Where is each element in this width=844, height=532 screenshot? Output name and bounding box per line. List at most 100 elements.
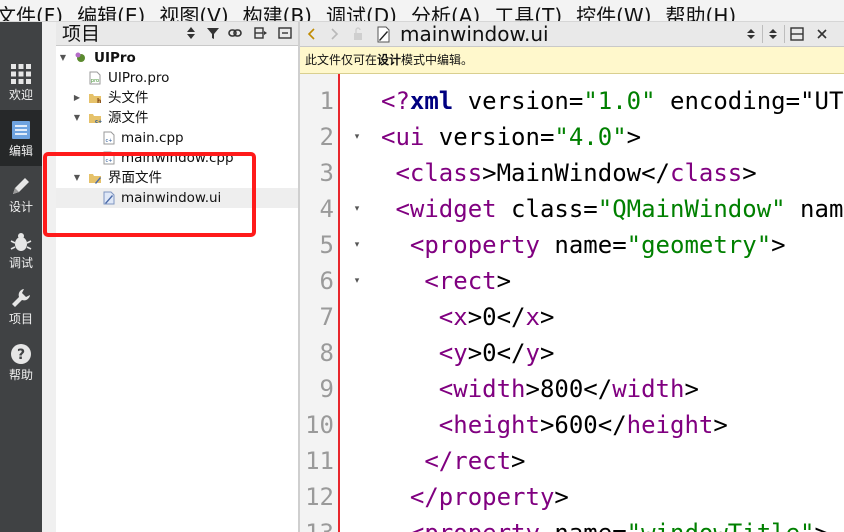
- code-token: "geometry": [626, 231, 772, 259]
- filter-icon[interactable]: [206, 26, 220, 40]
- ui-file-icon: [103, 191, 115, 205]
- editor-file-title[interactable]: mainwindow.ui: [400, 21, 549, 48]
- code-line[interactable]: <property name="geometry">: [381, 227, 786, 263]
- tree-item-sources[interactable]: ▼ c+ 源文件: [56, 108, 298, 128]
- editor-info-bar: 此文件仅可在设计模式中编辑。: [300, 47, 844, 74]
- code-line[interactable]: <class>MainWindow</class>: [381, 155, 757, 191]
- svg-text:?: ?: [17, 347, 25, 363]
- code-token: "4.0": [554, 123, 627, 151]
- sort-icon[interactable]: [768, 28, 778, 40]
- pro-file-icon: pro: [89, 71, 101, 85]
- code-token: <?: [381, 87, 410, 115]
- tree-item-forms[interactable]: ▼ 界面文件: [56, 168, 298, 188]
- mode-label: 调试: [8, 256, 33, 270]
- code-token: "1.0": [583, 87, 656, 115]
- link-icon[interactable]: [228, 26, 242, 40]
- tree-label: 界面文件: [108, 170, 162, 186]
- dropdown-arrows-icon[interactable]: [746, 28, 756, 40]
- menu-debug[interactable]: 调试(D): [326, 4, 411, 21]
- menu-build[interactable]: 构建(B): [243, 4, 326, 21]
- mode-help[interactable]: ? 帮助: [0, 334, 42, 390]
- menu-file[interactable]: 文件(F): [0, 4, 77, 21]
- cpp-file-icon: c+: [103, 151, 115, 165]
- mode-welcome[interactable]: 欢迎: [0, 54, 42, 110]
- line-number: 8: [319, 339, 334, 367]
- tree-item-headers[interactable]: ▶ h 头文件: [56, 88, 298, 108]
- code-token: >MainWindow</: [482, 159, 670, 187]
- code-token: <x: [381, 303, 468, 331]
- tree-item-main-cpp[interactable]: c+ main.cpp: [56, 128, 298, 148]
- code-line[interactable]: <width>800</width>: [381, 371, 699, 407]
- fold-marker-icon[interactable]: ▾: [352, 227, 362, 263]
- expand-arrow-icon[interactable]: ▼: [72, 108, 82, 128]
- menu-analyze[interactable]: 分析(A): [411, 4, 494, 21]
- split-editor-icon[interactable]: [790, 27, 804, 41]
- tree-label: mainwindow.ui: [121, 190, 222, 206]
- line-number: 6: [319, 267, 334, 295]
- menu-view[interactable]: 视图(V): [159, 4, 242, 21]
- collapsed-arrow-icon[interactable]: ▶: [72, 88, 82, 108]
- pencil-icon: [0, 172, 42, 200]
- mode-design[interactable]: 设计: [0, 166, 42, 222]
- line-number: 5: [319, 231, 334, 259]
- code-line[interactable]: <property name="windowTitle">: [381, 515, 829, 532]
- tree-item-mainwindow-ui[interactable]: mainwindow.ui: [56, 188, 298, 208]
- forward-arrow-icon[interactable]: [328, 28, 340, 40]
- wrench-icon: [0, 284, 42, 312]
- fold-marker-icon[interactable]: ▾: [352, 119, 362, 155]
- back-arrow-icon[interactable]: [306, 28, 318, 40]
- tree-label: 头文件: [108, 90, 149, 106]
- code-token: class=: [496, 195, 598, 223]
- code-line[interactable]: </rect>: [381, 443, 526, 479]
- menu-tools[interactable]: 工具(T): [494, 4, 576, 21]
- code-token: encoding="UTF-8"?>: [670, 87, 844, 115]
- code-line[interactable]: <?xml version="1.0" encoding="UTF-8"?>: [381, 83, 844, 119]
- code-line[interactable]: <widget class="QMainWindow" name="MainWi…: [381, 191, 844, 227]
- code-line[interactable]: </property>: [381, 479, 569, 515]
- tree-item-project[interactable]: ▼ UIPro: [56, 48, 298, 68]
- tree-item-profile[interactable]: pro UIPro.pro: [56, 68, 298, 88]
- mode-label: 欢迎: [8, 88, 33, 102]
- menu-help[interactable]: 帮助(H): [666, 4, 751, 21]
- editor-toolbar: mainwindow.ui: [300, 22, 844, 47]
- mode-debug[interactable]: 调试: [0, 222, 42, 278]
- code-line[interactable]: <y>0</y>: [381, 335, 555, 371]
- close-pane-icon[interactable]: [278, 26, 292, 40]
- code-editor[interactable]: <?xml version="1.0" encoding="UTF-8"?><u…: [373, 74, 844, 532]
- menu-controls[interactable]: 控件(W): [576, 4, 665, 21]
- code-token: version=: [453, 87, 584, 115]
- code-token: "windowTitle": [627, 519, 815, 532]
- mode-projects[interactable]: 项目: [0, 278, 42, 334]
- code-line[interactable]: <x>0</x>: [381, 299, 555, 335]
- menu-edit[interactable]: 编辑(E): [77, 4, 159, 21]
- menu-bar: 文件(F) 编辑(E) 视图(V) 构建(B) 调试(D) 分析(A) 工具(T…: [0, 0, 844, 22]
- mode-label: 项目: [8, 312, 33, 326]
- folder-h-icon: h: [89, 94, 101, 105]
- code-token: <rect: [381, 267, 497, 295]
- close-icon[interactable]: [816, 28, 828, 40]
- svg-text:pro: pro: [91, 78, 99, 84]
- project-pane-title: 项目: [62, 23, 101, 45]
- toolbar-separator: [784, 25, 785, 43]
- lock-icon[interactable]: [352, 27, 364, 41]
- expand-arrow-icon[interactable]: ▼: [58, 48, 68, 68]
- expand-arrow-icon[interactable]: ▼: [72, 168, 82, 188]
- line-number: 12: [305, 483, 334, 511]
- code-token: >800</: [525, 375, 613, 403]
- fold-marker-icon[interactable]: ▾: [352, 191, 362, 227]
- code-line[interactable]: <ui version="4.0">: [381, 119, 641, 155]
- project-side-strip: [42, 22, 56, 532]
- sort-arrows-icon[interactable]: [184, 26, 198, 40]
- code-token: y: [525, 339, 540, 367]
- tree-label: mainwindow.cpp: [121, 150, 234, 166]
- code-token: >: [511, 447, 526, 475]
- split-icon[interactable]: [254, 26, 268, 40]
- code-token: >: [742, 159, 757, 187]
- tree-item-mainwindow-cpp[interactable]: c+ mainwindow.cpp: [56, 148, 298, 168]
- code-line[interactable]: <rect>: [381, 263, 511, 299]
- line-number: 1: [319, 87, 334, 115]
- folder-ui-icon: [89, 174, 101, 184]
- mode-edit[interactable]: 编辑: [0, 110, 42, 166]
- fold-marker-icon[interactable]: ▾: [352, 263, 362, 299]
- code-line[interactable]: <height>600</height>: [381, 407, 728, 443]
